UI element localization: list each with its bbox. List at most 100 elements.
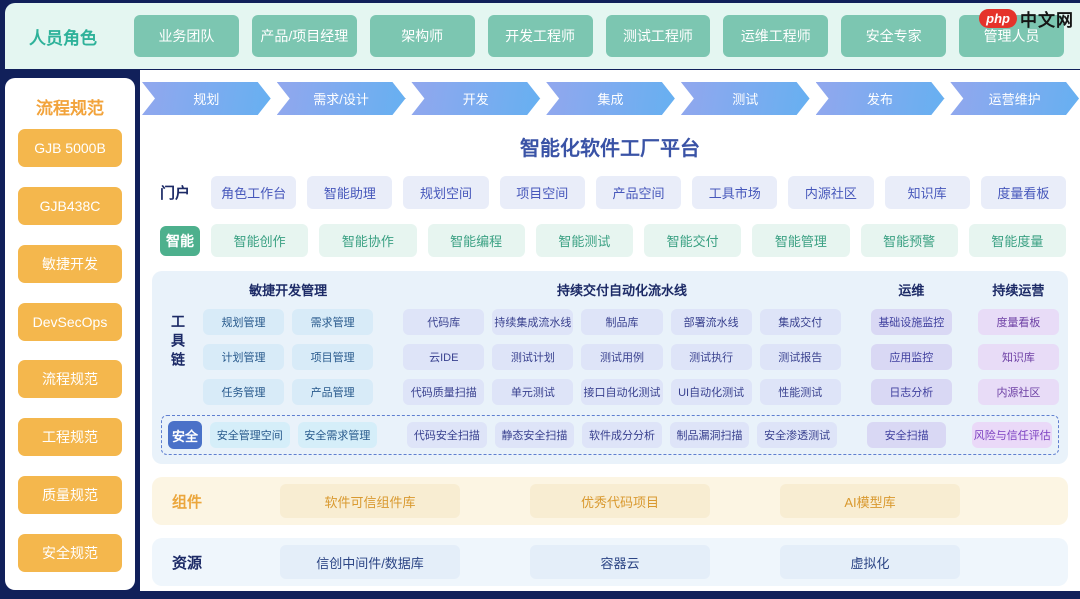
role-button-test-engineer[interactable]: 测试工程师 [605,15,711,57]
toolchain-cell-innersource-community[interactable]: 内源社区 [977,379,1059,405]
flow-stage-release: 发布 [816,82,945,115]
sidebar-title: 流程规范 [36,99,104,118]
toolchain-cell-plan-mgmt[interactable]: 计划管理 [203,344,285,370]
portal-item-ai-assistant[interactable]: 智能助理 [307,176,393,209]
security-cell-security-scan[interactable]: 安全扫描 [866,422,947,448]
security-cell-risk-trust-eval[interactable]: 风险与信任评估 [972,422,1052,448]
role-button-ops-engineer[interactable]: 运维工程师 [723,15,829,57]
toolchain-cell-unit-test[interactable]: 单元测试 [492,379,574,405]
toolchain-cell-metrics-dashboard[interactable]: 度量看板 [977,309,1059,335]
resource-item-virtualization[interactable]: 虚拟化 [780,545,960,579]
toolchain-cell-test-case[interactable]: 测试用例 [581,344,663,370]
toolchain-cell-ci-pipeline[interactable]: 持续集成流水线 [492,309,574,335]
security-cell-security-mgmt-space[interactable]: 安全管理空间 [210,422,290,448]
portal-item-product-space[interactable]: 产品空间 [595,176,682,209]
portal-item-role-workbench[interactable]: 角色工作台 [211,176,297,209]
toolchain-panel: 工具链 敏捷开发管理 持续交付自动化流水线 运维 持续运营 规划管理 需求管理 … [152,271,1068,464]
security-cell-static-security-scan[interactable]: 静态安全扫描 [494,422,575,448]
ai-row-badge: 智能 [160,225,200,256]
components-row-label: 组件 [172,493,203,511]
toolchain-cell-deploy-pipeline[interactable]: 部署流水线 [670,309,752,335]
component-item-ai-model-lib[interactable]: AI模型库 [780,484,960,518]
portal-item-innersource-community[interactable]: 内源社区 [788,176,874,209]
roles-bar-label: 人员角色 [29,28,97,48]
security-cell-security-req-mgmt[interactable]: 安全需求管理 [297,422,378,448]
ai-item-alerting[interactable]: 智能预警 [860,224,958,257]
toolchain-cell-task-mgmt[interactable]: 任务管理 [203,379,285,405]
portal-item-knowledge-base[interactable]: 知识库 [884,176,970,209]
toolchain-cell-test-report[interactable]: 测试报告 [759,344,841,370]
toolchain-cell-code-quality-scan[interactable]: 代码质量扫描 [403,379,485,405]
toolchain-cell-planning-mgmt[interactable]: 规划管理 [203,309,285,335]
sidebar-item-process-spec[interactable]: 流程规范 [18,360,122,399]
portal-item-tool-market[interactable]: 工具市场 [692,176,778,209]
component-item-trusted-component-lib[interactable]: 软件可信组件库 [280,484,460,518]
ai-item-testing[interactable]: 智能测试 [535,224,633,257]
ai-item-management[interactable]: 智能管理 [752,224,850,257]
ai-item-metrics[interactable]: 智能度量 [968,224,1066,257]
components-row: 组件 软件可信组件库 优秀代码项目 AI模型库 [152,477,1068,525]
flow-stage-development: 开发 [411,82,540,115]
header-continuous-ops: 持续运营 [992,283,1045,298]
toolchain-row-1: 规划管理 需求管理 代码库 持续集成流水线 制品库 部署流水线 集成交付 基础设… [203,309,1059,335]
ai-item-coding[interactable]: 智能编程 [427,224,525,257]
toolchain-headers: 敏捷开发管理 持续交付自动化流水线 运维 持续运营 [203,280,1059,300]
toolchain-cell-knowledge-base[interactable]: 知识库 [977,344,1059,370]
security-cell-code-security-scan[interactable]: 代码安全扫描 [407,422,487,448]
toolchain-cell-requirements-mgmt[interactable]: 需求管理 [292,309,374,335]
header-cd-pipeline: 持续交付自动化流水线 [556,283,687,298]
portal-item-planning-space[interactable]: 规划空间 [403,176,489,209]
sidebar-item-agile-dev[interactable]: 敏捷开发 [18,244,122,283]
flow-stage-requirements-design: 需求/设计 [277,82,406,115]
sidebar-item-quality-spec[interactable]: 质量规范 [18,476,122,515]
resource-item-container-cloud[interactable]: 容器云 [530,545,710,579]
toolchain-vertical-label: 工具链 [170,314,186,371]
security-cell-pentest[interactable]: 安全渗透测试 [757,422,837,448]
site-logo-text: 中文网 [1020,11,1074,30]
sidebar-item-gjb5000b[interactable]: GJB 5000B [18,129,122,167]
toolchain-cell-code-repo[interactable]: 代码库 [403,309,485,335]
toolchain-cell-ui-auto-test[interactable]: UI自动化测试 [670,379,752,405]
platform-title: 智能化软件工厂平台 [520,138,700,160]
flow-stage-planning: 规划 [142,82,271,115]
toolchain-cell-integration-delivery[interactable]: 集成交付 [759,309,841,335]
toolchain-cell-product-mgmt[interactable]: 产品管理 [292,379,374,405]
toolchain-cell-project-mgmt[interactable]: 项目管理 [292,344,374,370]
resources-row-label: 资源 [172,554,203,572]
sidebar-item-devsecops[interactable]: DevSecOps [18,302,122,341]
portal-row: 门户 角色工作台 智能助理 规划空间 项目空间 产品空间 工具市场 内源社区 知… [160,176,1066,209]
toolchain-cell-cloud-ide[interactable]: 云IDE [403,344,485,370]
role-button-security-expert[interactable]: 安全专家 [841,15,947,57]
portal-item-metrics-dashboard[interactable]: 度量看板 [980,176,1066,209]
role-button-product-manager[interactable]: 产品/项目经理 [251,15,357,57]
sidebar-items: GJB 5000B GJB438C 敏捷开发 DevSecOps 流程规范 工程… [18,129,122,572]
role-button-architect[interactable]: 架构师 [369,15,475,57]
toolchain-cell-log-analysis[interactable]: 日志分析 [870,379,952,405]
toolchain-cell-test-plan[interactable]: 测试计划 [492,344,574,370]
sidebar-item-security-spec[interactable]: 安全规范 [18,533,122,572]
header-agile-dev-mgmt: 敏捷开发管理 [249,283,328,298]
toolchain-cell-artifact-repo[interactable]: 制品库 [581,309,663,335]
toolchain-cell-performance-test[interactable]: 性能测试 [759,379,841,405]
page: 人员角色 业务团队 产品/项目经理 架构师 开发工程师 测试工程师 运维工程师 … [0,0,1080,599]
toolchain-cell-app-monitoring[interactable]: 应用监控 [870,344,952,370]
ai-item-collaboration[interactable]: 智能协作 [319,224,417,257]
toolchain-row-2: 计划管理 项目管理 云IDE 测试计划 测试用例 测试执行 测试报告 应用监控 … [203,344,1059,370]
ai-item-creation[interactable]: 智能创作 [211,224,309,257]
toolchain-cell-infra-monitoring[interactable]: 基础设施监控 [870,309,952,335]
resource-item-xinchuang-middleware-db[interactable]: 信创中间件/数据库 [280,545,460,579]
toolchain-cell-test-execution[interactable]: 测试执行 [670,344,752,370]
toolchain-cell-api-auto-test[interactable]: 接口自动化测试 [581,379,663,405]
security-cell-sca[interactable]: 软件成分分析 [582,422,662,448]
component-item-excellent-code-projects[interactable]: 优秀代码项目 [530,484,710,518]
role-button-dev-engineer[interactable]: 开发工程师 [487,15,593,57]
site-logo[interactable]: php 中文网 [979,6,1074,31]
role-button-business-team[interactable]: 业务团队 [134,15,239,57]
sidebar-item-gjb438c[interactable]: GJB438C [18,186,122,225]
flow-stage-testing: 测试 [681,82,810,115]
portal-item-project-space[interactable]: 项目空间 [499,176,585,209]
security-cell-artifact-vuln-scan[interactable]: 制品漏洞扫描 [669,422,750,448]
main-panel: 规划 需求/设计 开发 集成 测试 发布 运营维护 智能化软件工厂平台 门户 角… [140,70,1080,591]
ai-item-delivery[interactable]: 智能交付 [644,224,742,257]
sidebar-item-engineering-spec[interactable]: 工程规范 [18,418,122,457]
